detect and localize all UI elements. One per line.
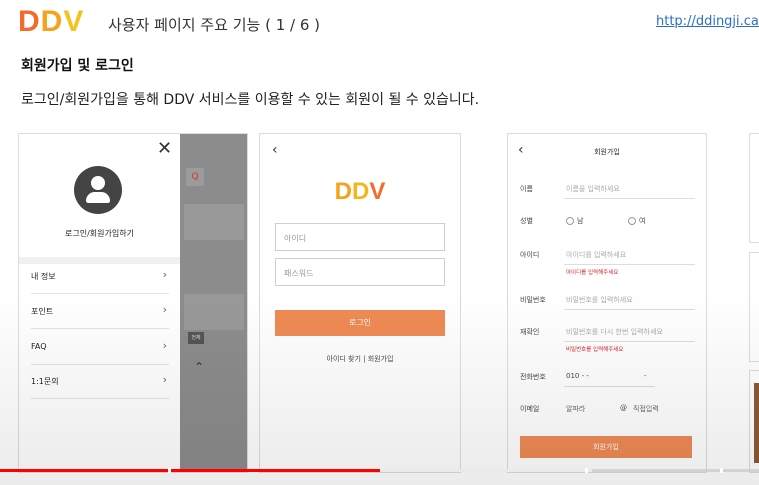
dimmed-overlay[interactable]: Q 전체 ⌃ [180,134,247,472]
phone-dash: - [644,372,647,380]
name-input[interactable]: 이름을 입력하세요 [566,184,620,194]
next-mockup-panel [749,252,759,362]
password-input[interactable]: 비밀번호를 입력하세요 [566,295,633,305]
chevron-right-icon: › [162,268,167,281]
email-domain-select[interactable]: 직접입력 [633,404,659,414]
chevron-right-icon: › [162,373,167,386]
user-avatar-icon [74,166,122,214]
back-arrow-icon[interactable]: ‹ [272,142,278,158]
section-description: 로그인/회원가입을 통해 DDV 서비스를 이용할 수 있는 회원이 될 수 있… [21,92,480,108]
id-input[interactable]: 아이디를 입력하세요 [566,250,626,260]
password-confirm-input[interactable]: 비밀번호를 다시 한번 입력하세요 [566,327,663,337]
chevron-right-icon: › [162,303,167,316]
menu-item-my-info[interactable]: 내 정보 › [31,259,169,294]
chapter-marker [585,468,588,473]
menu-item-points[interactable]: 포인트 › [31,294,169,329]
site-url-link[interactable]: http://ddingji.cafe [656,14,759,29]
email-at-sign: @ [620,404,627,412]
ddv-logo: DDV [334,178,386,205]
id-input[interactable]: 아이디 [275,223,445,251]
menu-item-inquiry[interactable]: 1:1문의 › [31,364,169,399]
gender-male-radio[interactable]: 남 [566,216,583,226]
overlay-content-block [184,204,244,240]
slide-title: 사용자 페이지 주요 기능 ( 1 / 6 ) [108,16,320,34]
phone-input[interactable]: 010 - - [566,372,589,380]
login-button[interactable]: 로그인 [275,310,445,336]
overlay-content-block [184,294,244,330]
close-icon[interactable]: ✕ [157,138,172,159]
signup-button[interactable]: 회원가입 [520,436,692,458]
chevron-up-icon: ⌃ [194,360,205,374]
category-badge: 전체 [188,332,204,344]
partial-image [754,383,759,463]
login-mockup: ‹ DDV 아이디 패스워드 로그인 아이디 찾기 | 회원가입 [259,133,461,473]
login-signup-link[interactable]: 로그인/회원가입하기 [19,228,180,239]
email-local-input[interactable]: 알파라 [566,404,585,414]
gender-female-radio[interactable]: 여 [628,216,645,226]
progress-played[interactable] [0,469,380,472]
password-error-message: 비밀번호를 입력해주세요 [566,347,624,353]
signup-mockup: ‹ 회원가입 이름 이름을 입력하세요 성별 남 여 아이디 아이디를 입력하세… [507,133,707,473]
id-error-message: 아이디를 입력해주세요 [566,270,619,276]
search-icon: Q [186,168,204,186]
find-id-signup-links[interactable]: 아이디 찾기 | 회원가입 [260,354,460,364]
password-input[interactable]: 패스워드 [275,258,445,286]
next-mockup-panel [749,133,759,243]
ddv-logo: DDV [18,5,85,38]
chapter-marker [720,468,723,473]
next-mockup-panel [749,370,759,473]
signup-title: 회원가입 [594,148,620,156]
side-menu-mockup: ✕ 로그인/회원가입하기 내 정보 › 포인트 › FAQ › 1:1문의 › … [18,133,248,473]
chevron-right-icon: › [162,339,167,352]
side-menu: ✕ 로그인/회원가입하기 내 정보 › 포인트 › FAQ › 1:1문의 › [19,134,180,472]
menu-item-faq[interactable]: FAQ › [31,330,169,365]
section-title: 회원가입 및 로그인 [21,58,134,74]
chapter-marker [168,468,171,473]
